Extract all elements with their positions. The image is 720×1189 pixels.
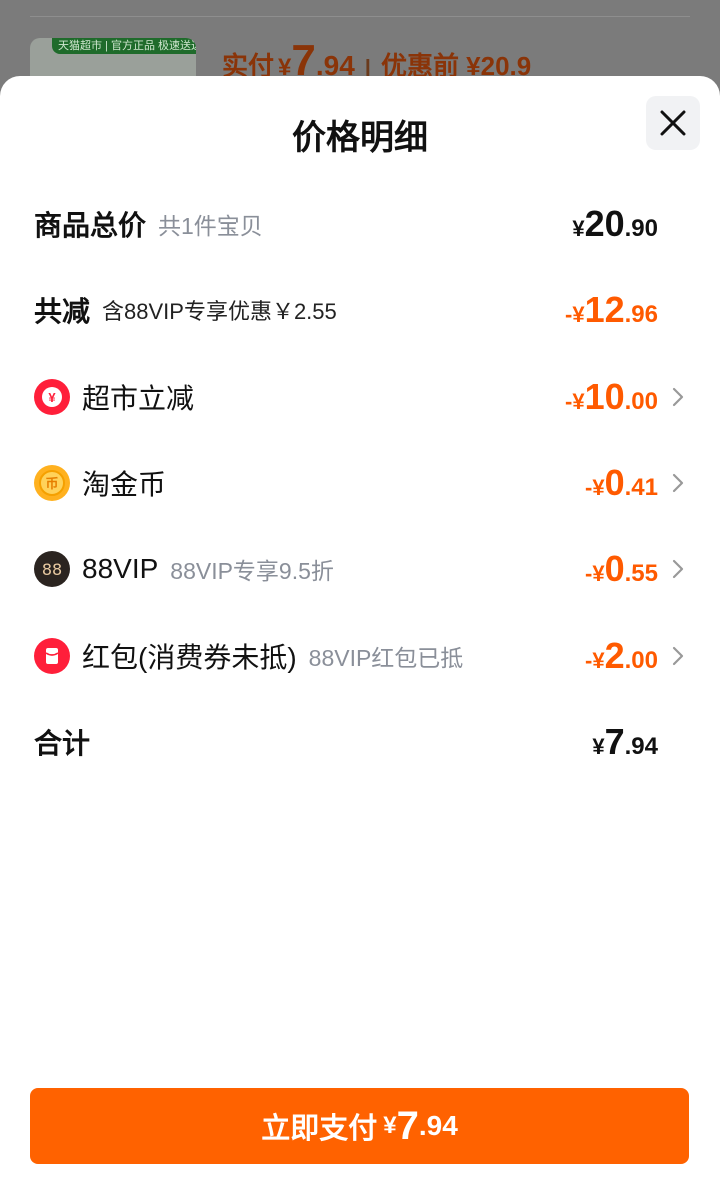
chevron-right-icon bbox=[658, 387, 684, 407]
pay-now-label: 立即支付 bbox=[261, 1113, 378, 1145]
row-total-discount: 共减 含88VIP专享优惠￥2.55 -¥ 12.96 bbox=[34, 285, 684, 335]
88vip-price: -¥ 0.55 bbox=[585, 548, 658, 589]
tmall-supermarket-badge: 天猫超市 | 官方正品 极速送达 bbox=[52, 38, 196, 54]
pay-now-int: 7 bbox=[396, 1103, 419, 1148]
yen-coupon-icon: ¥ bbox=[34, 379, 70, 415]
row-red-packet[interactable]: 红包(消费券未抵) 88VIP红包已抵 -¥ 2.00 bbox=[34, 631, 684, 681]
pay-now-currency: ¥ bbox=[383, 1112, 397, 1139]
row-gold-coin[interactable]: 币 淘金币 -¥ 0.41 bbox=[34, 458, 684, 508]
background-divider bbox=[30, 16, 690, 17]
red-packet-label: 红包(消费券未抵) bbox=[82, 642, 297, 673]
gold-coin-label: 淘金币 bbox=[82, 469, 167, 500]
pay-now-button[interactable]: 立即支付 ¥ 7 .94 bbox=[30, 1088, 689, 1164]
gold-coin-icon: 币 bbox=[34, 465, 70, 501]
chevron-right-icon bbox=[658, 646, 684, 666]
sum-price: ¥7.94 bbox=[592, 721, 658, 762]
sheet-title: 价格明细 bbox=[292, 119, 428, 157]
88vip-label: 88VIP bbox=[82, 553, 159, 584]
total-discount-price: -¥ 12.96 bbox=[565, 289, 658, 330]
svg-text:币: 币 bbox=[45, 477, 58, 492]
total-goods-count: 共1件宝贝 bbox=[158, 213, 263, 239]
row-total-goods: 商品总价 共1件宝贝 ¥20.90 bbox=[34, 199, 684, 249]
total-discount-note: 含88VIP专享优惠￥2.55 bbox=[102, 299, 337, 324]
red-packet-price: -¥ 2.00 bbox=[585, 635, 658, 676]
total-discount-label: 共减 bbox=[34, 296, 91, 327]
red-packet-note: 88VIP红包已抵 bbox=[308, 645, 464, 671]
gold-coin-price: -¥ 0.41 bbox=[585, 462, 658, 503]
supermarket-discount-label: 超市立减 bbox=[82, 383, 195, 414]
close-icon bbox=[660, 110, 686, 136]
total-goods-label: 商品总价 bbox=[34, 210, 147, 241]
price-detail-sheet: 价格明细 商品总价 共1件宝贝 ¥20.90 共减 含88VIP专享优惠￥2.5… bbox=[0, 76, 720, 1189]
pay-now-dec: .94 bbox=[418, 1110, 458, 1141]
total-goods-price: ¥20.90 bbox=[572, 203, 658, 244]
row-sum: 合计 ¥7.94 bbox=[34, 717, 684, 767]
svg-text:¥: ¥ bbox=[48, 390, 56, 405]
88vip-note: 88VIP专享9.5折 bbox=[170, 558, 334, 584]
row-88vip[interactable]: 88 88VIP 88VIP专享9.5折 -¥ 0.55 bbox=[34, 544, 684, 594]
sum-label: 合计 bbox=[34, 728, 91, 759]
supermarket-discount-price: -¥ 10.00 bbox=[565, 376, 658, 417]
red-packet-icon bbox=[34, 638, 70, 674]
88vip-icon: 88 bbox=[34, 551, 70, 587]
row-supermarket-discount[interactable]: ¥ 超市立减 -¥ 10.00 bbox=[34, 372, 684, 422]
chevron-right-icon bbox=[658, 559, 684, 579]
close-button[interactable] bbox=[646, 96, 700, 150]
chevron-right-icon bbox=[658, 473, 684, 493]
